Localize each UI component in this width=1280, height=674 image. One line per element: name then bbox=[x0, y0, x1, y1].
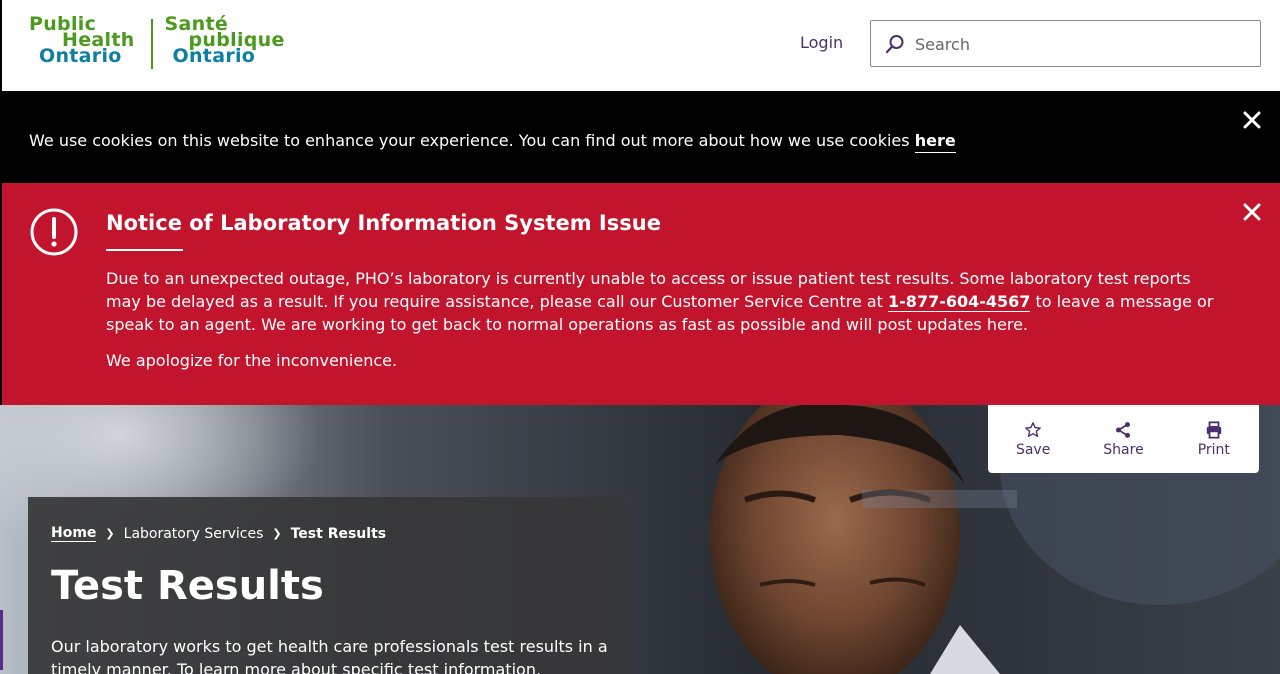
chevron-right-icon: ❯ bbox=[272, 527, 282, 540]
breadcrumb-laboratory-services-link[interactable]: Laboratory Services bbox=[124, 526, 264, 542]
alert-title-underline bbox=[106, 249, 183, 251]
cookie-message: We use cookies on this website to enhanc… bbox=[29, 131, 956, 153]
logo-en-line-3: Ontario bbox=[39, 45, 122, 67]
save-label: Save bbox=[1015, 441, 1051, 458]
exclamation-circle-icon bbox=[30, 208, 78, 256]
site-header: Public Health Ontario Santé publique Ont… bbox=[0, 0, 1280, 91]
phone-link[interactable]: 1-877-604-4567 bbox=[888, 292, 1031, 312]
share-icon bbox=[1116, 421, 1131, 438]
logo-divider bbox=[150, 19, 153, 69]
system-alert: Notice of Laboratory Information System … bbox=[0, 183, 1280, 405]
side-accent-strip bbox=[0, 610, 3, 670]
search-icon bbox=[885, 35, 904, 54]
cookie-banner: We use cookies on this website to enhanc… bbox=[0, 91, 1280, 183]
alert-apology: We apologize for the inconvenience. bbox=[106, 351, 398, 370]
logo-french: Santé publique Ontario bbox=[165, 15, 285, 72]
cookie-close-icon[interactable] bbox=[1241, 109, 1263, 131]
print-label: Print bbox=[1197, 441, 1230, 458]
breadcrumb-current: Test Results bbox=[290, 525, 387, 542]
breadcrumb-home-link[interactable]: Home bbox=[51, 525, 97, 542]
login-link[interactable]: Login bbox=[800, 33, 843, 52]
cookie-text: We use cookies on this website to enhanc… bbox=[29, 131, 915, 150]
page-title: Test Results bbox=[51, 563, 324, 609]
hero-card: Home ❯ Laboratory Services ❯ Test Result… bbox=[28, 497, 628, 674]
alert-title: Notice of Laboratory Information System … bbox=[106, 211, 661, 235]
search-box[interactable] bbox=[870, 20, 1261, 67]
alert-close-icon[interactable] bbox=[1241, 201, 1263, 223]
chevron-right-icon: ❯ bbox=[105, 527, 115, 540]
cookie-here-link[interactable]: here bbox=[914, 131, 956, 153]
print-button[interactable]: Print bbox=[1179, 420, 1249, 458]
breadcrumb: Home ❯ Laboratory Services ❯ Test Result… bbox=[51, 525, 386, 542]
share-button[interactable]: Share bbox=[1088, 421, 1158, 458]
logo-english: Public Health Ontario bbox=[29, 15, 135, 72]
logo-fr-line-3: Ontario bbox=[172, 45, 256, 67]
search-input[interactable] bbox=[915, 29, 1245, 59]
printer-icon bbox=[1206, 420, 1222, 439]
save-button[interactable]: Save bbox=[998, 421, 1068, 458]
pho-logo[interactable]: Public Health Ontario Santé publique Ont… bbox=[29, 15, 285, 72]
page-tools: Save Share Print bbox=[988, 405, 1259, 473]
page-description: Our laboratory works to get health care … bbox=[51, 637, 608, 674]
image-watermark bbox=[862, 490, 1017, 508]
star-icon bbox=[1025, 421, 1042, 437]
share-label: Share bbox=[1103, 441, 1144, 458]
alert-message: Due to an unexpected outage, PHO’s labor… bbox=[106, 267, 1226, 336]
